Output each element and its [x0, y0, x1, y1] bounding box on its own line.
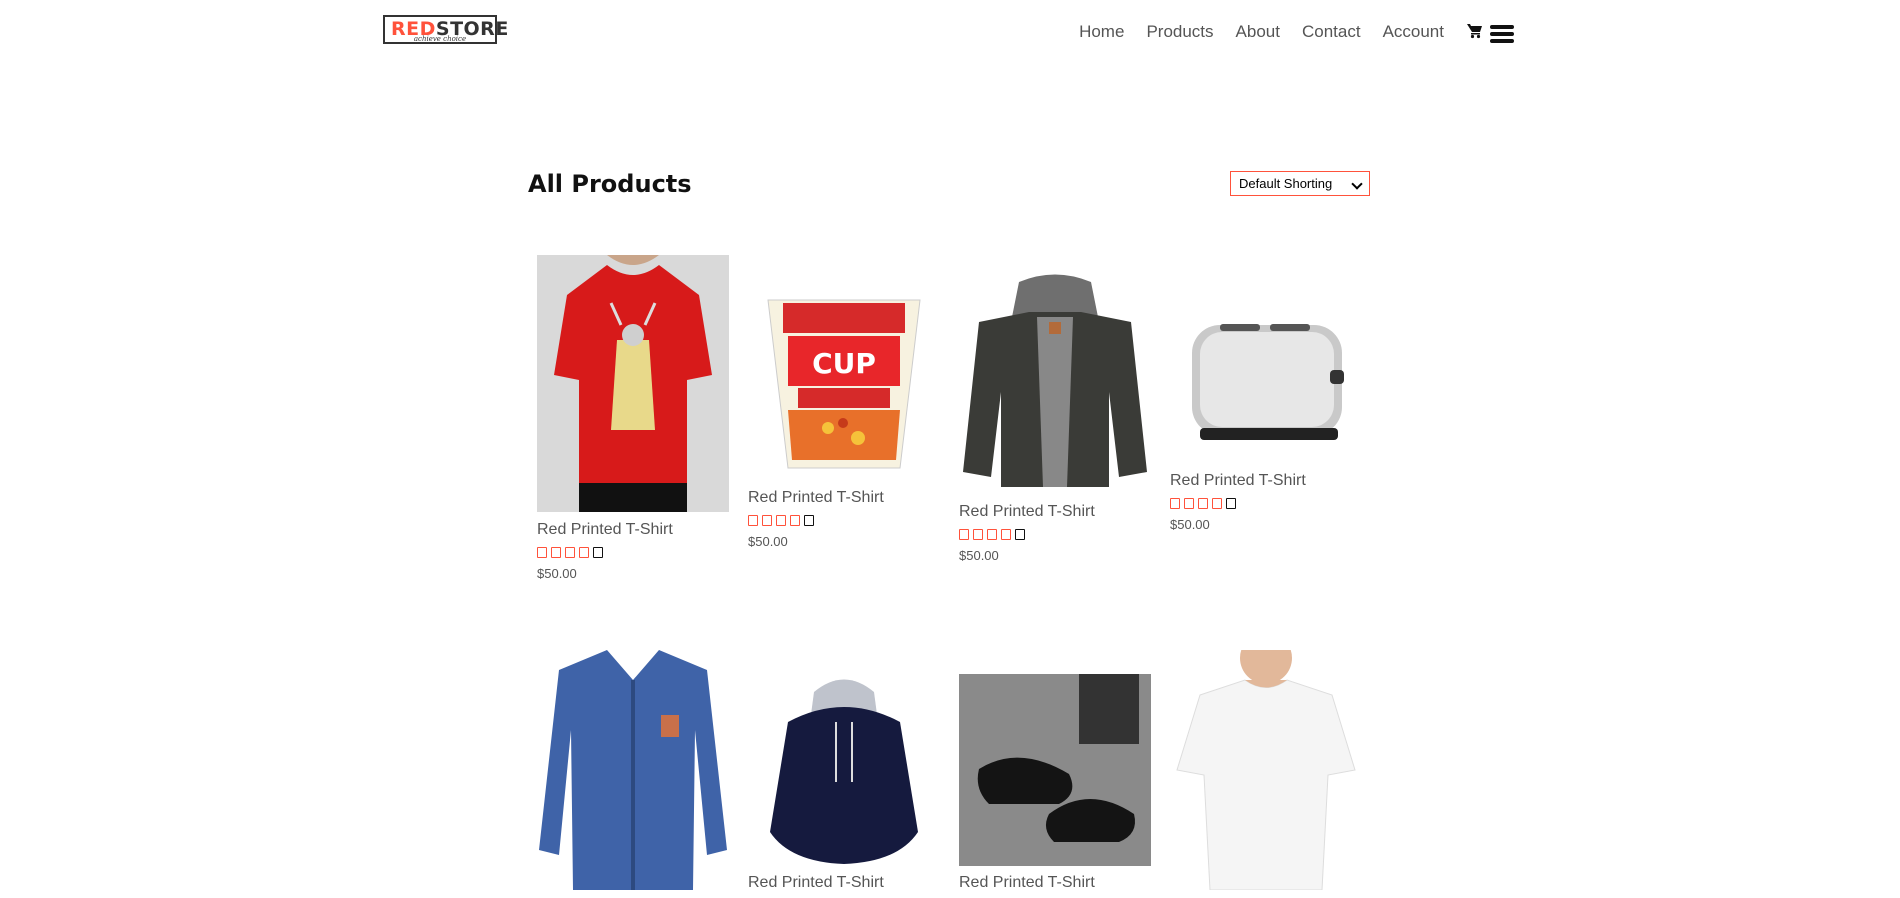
star-filled-icon — [748, 515, 758, 526]
navbar: REDSTORE achieve choice Home Products Ab… — [0, 0, 1900, 70]
star-filled-icon — [1198, 498, 1208, 509]
product-name[interactable]: Red Printed T-Shirt — [748, 489, 884, 507]
star-filled-icon — [565, 547, 575, 558]
product-price: $50.00 — [1170, 517, 1210, 532]
product-image[interactable] — [959, 272, 1151, 494]
nav-about-link[interactable]: About — [1236, 22, 1280, 42]
star-filled-icon — [537, 547, 547, 558]
star-filled-icon — [1170, 498, 1180, 509]
product-image[interactable] — [537, 650, 729, 890]
hamburger-menu-icon[interactable] — [1490, 25, 1514, 43]
main-nav: Home Products About Contact Account — [1079, 22, 1444, 42]
rating-stars — [1170, 498, 1236, 509]
nav-contact-link[interactable]: Contact — [1302, 22, 1361, 42]
product-price: $50.00 — [959, 548, 999, 563]
star-filled-icon — [1212, 498, 1222, 509]
rating-stars — [959, 529, 1025, 540]
star-filled-icon — [959, 529, 969, 540]
nav-products-link[interactable]: Products — [1146, 22, 1213, 42]
product-name[interactable]: Red Printed T-Shirt — [959, 874, 1095, 892]
product-price: $50.00 — [537, 566, 577, 581]
star-filled-icon — [551, 547, 561, 558]
products-header: All Products Default Shorting — [528, 166, 1371, 206]
nav-home-link[interactable]: Home — [1079, 22, 1124, 42]
sort-select[interactable]: Default Shorting — [1230, 171, 1370, 196]
logo[interactable]: REDSTORE achieve choice — [383, 15, 508, 44]
product-image[interactable] — [1170, 650, 1362, 890]
svg-text:CUP: CUP — [812, 347, 876, 380]
product-name[interactable]: Red Printed T-Shirt — [537, 521, 673, 539]
product-image[interactable] — [748, 672, 940, 864]
product-name[interactable]: Red Printed T-Shirt — [959, 503, 1095, 521]
sort-select-value: Default Shorting — [1239, 176, 1333, 191]
star-filled-icon — [1001, 529, 1011, 540]
star-filled-icon — [790, 515, 800, 526]
star-empty-icon — [1226, 498, 1236, 509]
product-image[interactable] — [959, 674, 1151, 866]
star-filled-icon — [776, 515, 786, 526]
nav-account-link[interactable]: Account — [1383, 22, 1444, 42]
product-image[interactable]: CUP — [748, 288, 940, 472]
star-filled-icon — [579, 547, 589, 558]
star-filled-icon — [1184, 498, 1194, 509]
page-title: All Products — [528, 170, 692, 198]
product-name[interactable]: Red Printed T-Shirt — [1170, 472, 1306, 490]
star-empty-icon — [1015, 529, 1025, 540]
star-empty-icon — [804, 515, 814, 526]
star-filled-icon — [762, 515, 772, 526]
rating-stars — [748, 515, 814, 526]
product-image[interactable] — [537, 255, 729, 512]
cart-icon[interactable] — [1467, 23, 1483, 39]
product-image[interactable] — [1170, 310, 1362, 456]
star-filled-icon — [987, 529, 997, 540]
logo-tagline: achieve choice — [413, 35, 467, 43]
star-empty-icon — [593, 547, 603, 558]
star-filled-icon — [973, 529, 983, 540]
product-price: $50.00 — [748, 534, 788, 549]
product-name[interactable]: Red Printed T-Shirt — [748, 874, 884, 892]
chevron-down-icon — [1351, 178, 1363, 190]
rating-stars — [537, 547, 603, 558]
